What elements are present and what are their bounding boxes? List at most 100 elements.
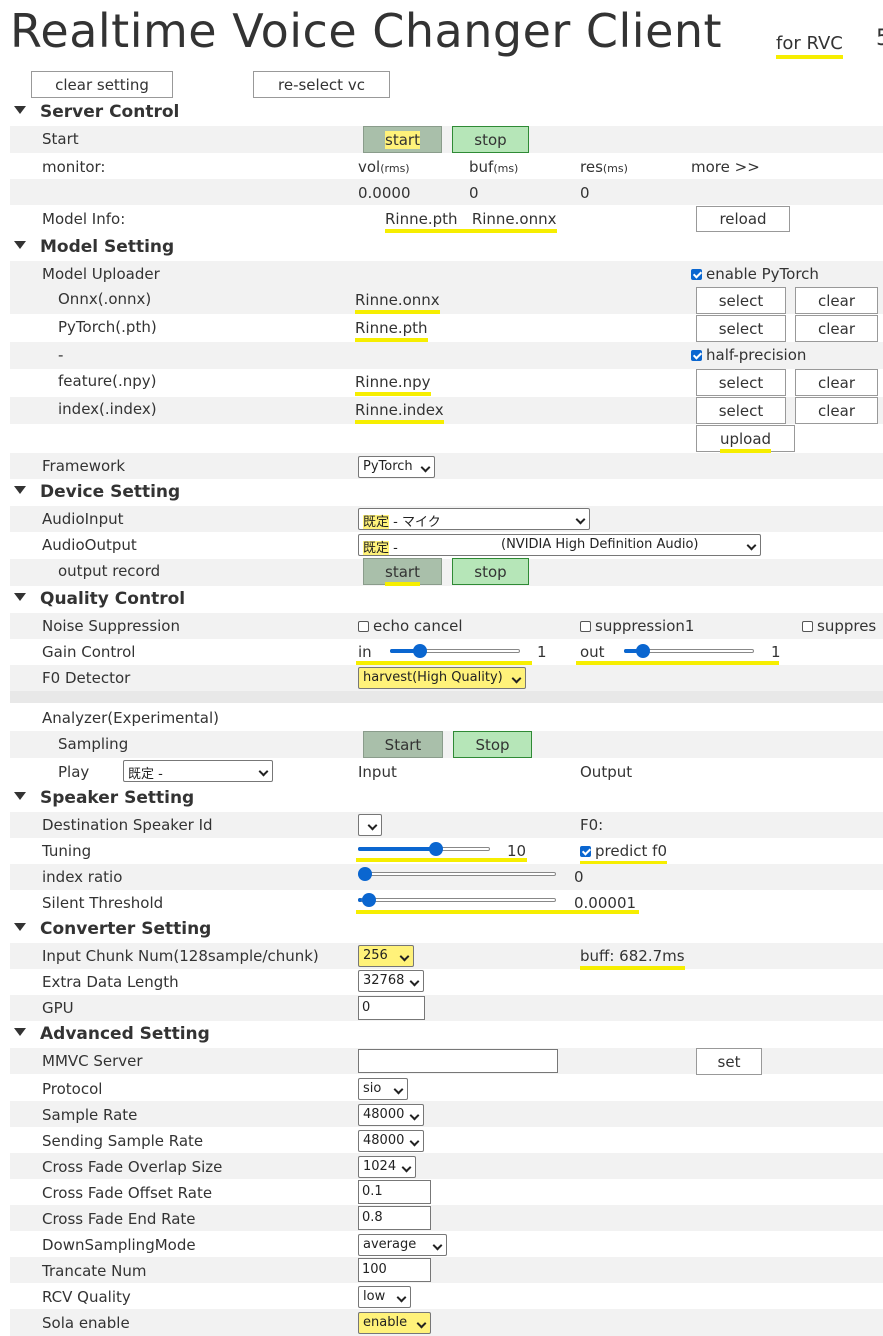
rcv-quality-label: RCV Quality bbox=[42, 1288, 131, 1306]
sending-rate-select[interactable]: 48000 bbox=[358, 1130, 424, 1152]
onnx-clear-button[interactable]: clear bbox=[795, 287, 878, 314]
slider-thumb-icon[interactable] bbox=[358, 867, 372, 881]
sampling-start-button[interactable]: Start bbox=[363, 731, 443, 758]
input-chunk-select[interactable]: 256 bbox=[358, 945, 414, 967]
index-ratio-label: index ratio bbox=[42, 868, 123, 886]
section-title: Server Control bbox=[40, 102, 180, 122]
downsampling-select[interactable]: average bbox=[358, 1234, 447, 1256]
input-chunk-label: Input Chunk Num(128sample/chunk) bbox=[42, 947, 319, 965]
mmvc-set-button[interactable]: set bbox=[696, 1048, 762, 1075]
slider-thumb-icon[interactable] bbox=[428, 842, 443, 856]
section-title: Model Setting bbox=[40, 237, 175, 257]
end-rate-input[interactable]: 0.8 bbox=[358, 1206, 431, 1230]
checkbox-icon bbox=[802, 621, 813, 632]
collapse-triangle-icon bbox=[14, 593, 26, 601]
sending-rate-label: Sending Sample Rate bbox=[42, 1132, 204, 1150]
framework-select[interactable]: PyTorch bbox=[358, 456, 435, 478]
index-select-button[interactable]: select bbox=[696, 397, 786, 424]
more-link[interactable]: more >> bbox=[691, 158, 760, 176]
pytorch-file: Rinne.pth bbox=[355, 319, 428, 342]
checkbox-icon bbox=[691, 269, 702, 280]
sampling-stop-button[interactable]: Stop bbox=[453, 731, 532, 758]
output-record-label: output record bbox=[58, 562, 161, 580]
pytorch-select-button[interactable]: select bbox=[696, 315, 786, 342]
server-stop-button[interactable]: stop bbox=[452, 126, 529, 153]
rcv-quality-select[interactable]: low bbox=[358, 1286, 411, 1308]
reselect-vc-button[interactable]: re-select vc bbox=[253, 71, 390, 98]
onnx-select-button[interactable]: select bbox=[696, 287, 786, 314]
f0-label: F0: bbox=[580, 816, 604, 834]
vol-value: 0.0000 bbox=[358, 184, 411, 202]
protocol-select[interactable]: sio bbox=[358, 1078, 408, 1100]
pytorch-clear-button[interactable]: clear bbox=[795, 315, 878, 342]
clear-setting-button[interactable]: clear setting bbox=[31, 71, 173, 98]
trancate-input[interactable]: 100 bbox=[358, 1258, 431, 1282]
start-label: Start bbox=[42, 130, 79, 148]
section-title: Speaker Setting bbox=[40, 788, 195, 808]
slider-thumb-icon[interactable] bbox=[635, 644, 650, 658]
model-info-values: Rinne.pth Rinne.onnx bbox=[385, 210, 557, 233]
gain-in-slider[interactable] bbox=[390, 644, 520, 658]
enable-pytorch-checkbox[interactable]: enable PyTorch bbox=[691, 265, 819, 283]
predict-f0-checkbox[interactable]: predict f0 bbox=[580, 842, 667, 865]
buf-value: 0 bbox=[469, 184, 479, 202]
section-server-control[interactable]: Server Control bbox=[14, 102, 179, 122]
audio-output-dash: - bbox=[389, 541, 398, 556]
checkbox-icon bbox=[580, 621, 591, 632]
index-clear-button[interactable]: clear bbox=[795, 397, 878, 424]
dest-speaker-select[interactable] bbox=[358, 814, 382, 836]
slider-thumb-icon[interactable] bbox=[413, 644, 428, 658]
play-select[interactable]: 既定 - bbox=[123, 760, 273, 782]
gpu-input[interactable]: 0 bbox=[358, 996, 425, 1020]
server-start-button[interactable]: start bbox=[363, 126, 442, 153]
slider-thumb-icon[interactable] bbox=[361, 893, 376, 907]
index-ratio-value: 0 bbox=[574, 868, 584, 886]
feature-filename: Rinne.npy bbox=[355, 373, 431, 396]
sola-enable-select[interactable]: enable bbox=[358, 1312, 431, 1334]
suppression2-checkbox[interactable]: suppres bbox=[802, 617, 876, 635]
record-stop-button[interactable]: stop bbox=[452, 558, 529, 585]
section-quality-control[interactable]: Quality Control bbox=[14, 589, 185, 609]
row-background bbox=[10, 731, 883, 758]
suppression1-checkbox[interactable]: suppression1 bbox=[580, 617, 694, 635]
index-ratio-slider[interactable] bbox=[358, 867, 556, 881]
output-label: Output bbox=[580, 763, 633, 781]
offset-input[interactable]: 0.1 bbox=[358, 1180, 431, 1204]
collapse-triangle-icon bbox=[14, 486, 26, 494]
audio-output-select[interactable]: 既定 - (NVIDIA High Definition Audio) bbox=[358, 534, 761, 556]
section-model-setting[interactable]: Model Setting bbox=[14, 237, 174, 257]
half-precision-checkbox[interactable]: half-precision bbox=[691, 346, 806, 364]
downsampling-label: DownSamplingMode bbox=[42, 1236, 196, 1254]
f0-detector-label: F0 Detector bbox=[42, 669, 131, 687]
f0-detector-select[interactable]: harvest(High Quality) bbox=[358, 667, 526, 689]
overlap-select[interactable]: 1024 bbox=[358, 1156, 416, 1178]
section-converter-setting[interactable]: Converter Setting bbox=[14, 919, 211, 939]
mmvc-server-input[interactable] bbox=[358, 1049, 558, 1073]
server-start-label: start bbox=[385, 130, 420, 149]
section-speaker-setting[interactable]: Speaker Setting bbox=[14, 788, 194, 808]
sample-rate-select[interactable]: 48000 bbox=[358, 1104, 424, 1126]
enable-pytorch-label: enable PyTorch bbox=[706, 265, 819, 283]
feature-file: Rinne.npy bbox=[355, 373, 431, 396]
sample-rate-label: Sample Rate bbox=[42, 1106, 138, 1124]
audio-input-select[interactable]: 既定 - マイク bbox=[358, 508, 590, 530]
silent-threshold-slider[interactable] bbox=[358, 893, 556, 907]
gain-out-slider[interactable] bbox=[624, 644, 754, 658]
extra-data-select[interactable]: 32768 bbox=[358, 970, 424, 992]
upload-button[interactable]: upload bbox=[696, 425, 795, 453]
section-device-setting[interactable]: Device Setting bbox=[14, 482, 180, 502]
reload-button[interactable]: reload bbox=[696, 206, 790, 232]
mmvc-server-label: MMVC Server bbox=[42, 1052, 143, 1070]
vol-label: vol bbox=[358, 158, 381, 176]
feature-select-button[interactable]: select bbox=[696, 369, 786, 396]
audio-output-prefix: 既定 bbox=[363, 541, 390, 556]
record-start-button[interactable]: start bbox=[363, 558, 442, 586]
section-advanced-setting[interactable]: Advanced Setting bbox=[14, 1024, 210, 1044]
res-unit: (ms) bbox=[602, 162, 628, 175]
feature-clear-button[interactable]: clear bbox=[795, 369, 878, 396]
echo-cancel-checkbox[interactable]: echo cancel bbox=[358, 617, 463, 635]
tuning-slider[interactable] bbox=[358, 842, 490, 856]
buff-text: buff: 682.7ms bbox=[580, 947, 685, 970]
collapse-triangle-icon bbox=[14, 923, 26, 931]
collapse-triangle-icon bbox=[14, 1028, 26, 1036]
